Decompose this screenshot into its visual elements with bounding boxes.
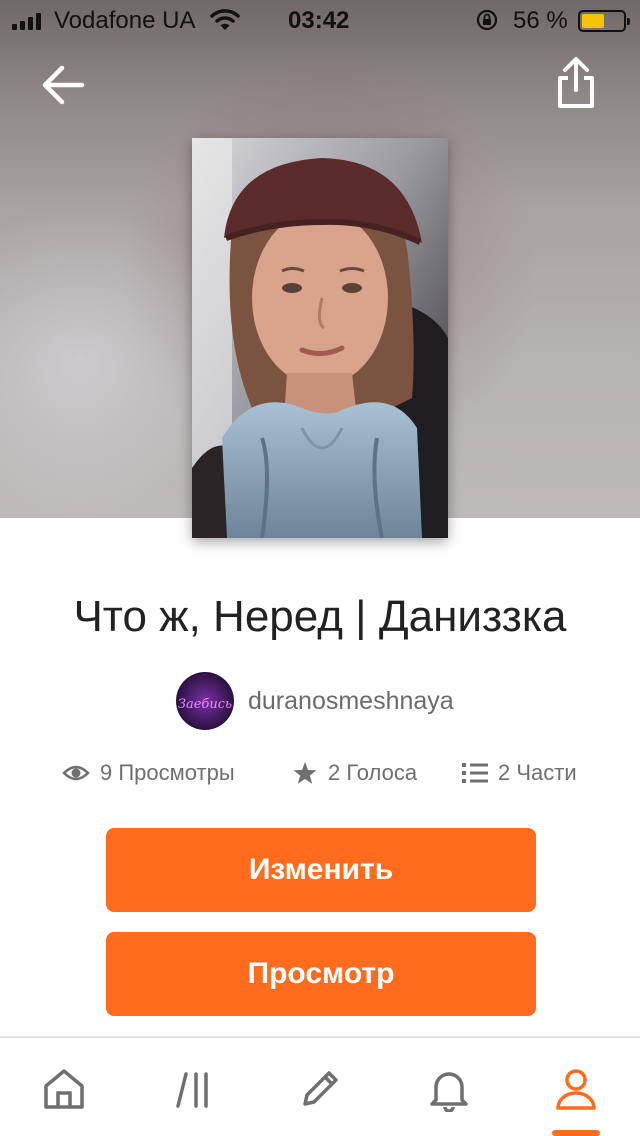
preview-button[interactable]: Просмотр: [106, 932, 536, 1016]
parts-stat: 2 Части: [462, 760, 577, 786]
nav-notifications[interactable]: [424, 1064, 474, 1114]
battery-icon: [578, 10, 630, 32]
story-cover[interactable]: [192, 138, 448, 538]
notifications-icon: [430, 1072, 468, 1112]
profile-icon: [556, 1069, 596, 1110]
arrow-left-icon: [42, 65, 85, 105]
nav-profile[interactable]: [551, 1064, 601, 1114]
back-button[interactable]: [38, 60, 88, 110]
home-icon: [44, 1069, 84, 1109]
parts-count: 2 Части: [498, 760, 577, 785]
story-title: Что ж, Неред | Даниззка: [73, 592, 567, 641]
avatar-neon-text: Заебись: [178, 697, 232, 712]
views-stat: 9 Просмотры: [62, 760, 235, 786]
author-link[interactable]: Заебись duranosmeshnaya: [176, 672, 454, 730]
bottom-navigation: [0, 1036, 640, 1136]
battery-percent: 56 %: [513, 7, 568, 34]
rotation-lock-icon: [476, 9, 498, 31]
carrier-name: Vodafone UA: [54, 7, 196, 34]
status-bar: Vodafone UA 03:42 56 %: [0, 0, 640, 40]
nav-home[interactable]: [39, 1064, 89, 1114]
edit-button[interactable]: Изменить: [106, 828, 536, 912]
active-tab-indicator: [552, 1130, 600, 1136]
views-count: 9 Просмотры: [100, 760, 235, 785]
eye-icon: [62, 765, 90, 781]
story-stats: 9 Просмотры 2 Голоса 2 Части: [0, 760, 640, 800]
author-name[interactable]: duranosmeshnaya: [248, 687, 454, 716]
share-icon: [558, 57, 594, 108]
nav-library[interactable]: [170, 1064, 220, 1114]
share-button[interactable]: [552, 56, 600, 112]
library-icon: [176, 1072, 208, 1108]
signal-icon: [12, 12, 41, 30]
votes-stat: 2 Голоса: [292, 760, 417, 786]
list-icon: [462, 763, 488, 783]
clock: 03:42: [288, 7, 350, 34]
star-icon: [293, 762, 317, 784]
write-icon: [303, 1071, 338, 1106]
cover-image: [192, 138, 448, 538]
wifi-icon: [210, 9, 240, 30]
votes-count: 2 Голоса: [328, 760, 418, 785]
nav-write[interactable]: [295, 1064, 345, 1114]
avatar[interactable]: Заебись: [176, 672, 234, 730]
